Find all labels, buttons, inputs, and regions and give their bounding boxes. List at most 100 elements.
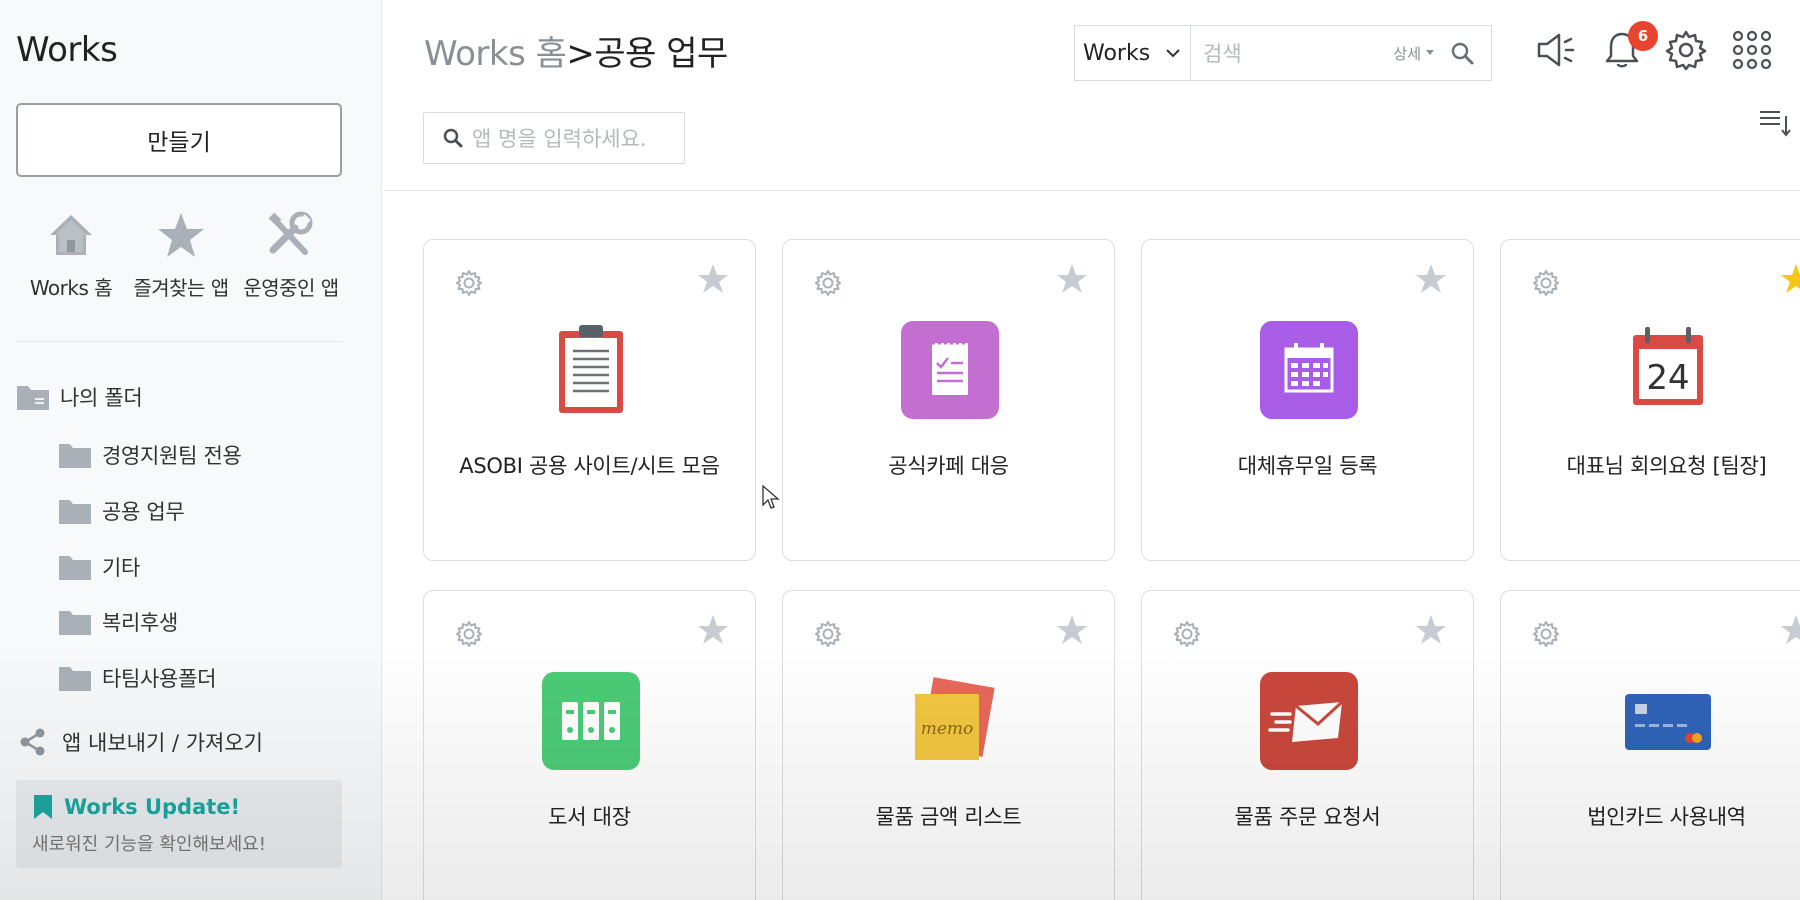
calendar-day-text: 24 — [1646, 358, 1689, 398]
app-name: 물품 금액 리스트 — [875, 805, 1022, 829]
quick-nav-operating[interactable]: 운영중인 앱 — [236, 210, 346, 301]
app-grid-icon[interactable] — [1730, 28, 1774, 72]
app-card[interactable]: 물품 주문 요청서 — [1141, 590, 1474, 900]
app-name: 도서 대장 — [548, 805, 631, 829]
gear-icon[interactable] — [813, 268, 843, 298]
app-card[interactable]: 도서 대장 — [423, 590, 756, 900]
folder-shared-work[interactable]: 공용 업무 — [58, 496, 185, 526]
gear-icon[interactable] — [1531, 268, 1561, 298]
folder-label: 나의 폴더 — [60, 386, 143, 410]
folder-icon — [59, 444, 91, 468]
update-title: Works Update! — [64, 795, 241, 819]
home-icon — [50, 215, 92, 255]
app-name: 공식카페 대응 — [888, 454, 1009, 478]
chevron-down-icon — [1166, 49, 1180, 58]
app-card[interactable]: ASOBI 공용 사이트/시트 모음 — [423, 239, 756, 561]
quick-nav-label: 즐겨찾는 앱 — [133, 276, 229, 300]
folder-my[interactable]: 나의 폴더 — [16, 382, 143, 412]
search-detail-label: 상세 — [1393, 44, 1421, 63]
search-icon[interactable] — [1449, 40, 1475, 66]
breadcrumb: Works 홈>공용 업무 — [424, 26, 728, 75]
gear-icon[interactable] — [454, 619, 484, 649]
mouse-cursor-icon — [762, 485, 780, 509]
gear-icon[interactable] — [1531, 619, 1561, 649]
binders-icon — [542, 672, 640, 770]
search-icon — [443, 128, 463, 148]
folder-label: 경영지원팀 전용 — [102, 444, 242, 468]
folder-label: 타팀사용폴더 — [102, 667, 217, 691]
page-title: 공용 업무 — [594, 34, 728, 74]
clipboard-icon — [559, 325, 623, 413]
app-name: 법인카드 사용내역 — [1587, 805, 1746, 829]
global-search: Works 검색 상세 — [1074, 25, 1492, 81]
app-card[interactable]: 대체휴무일 등록 — [1141, 239, 1474, 561]
app-card[interactable]: 24 대표님 회의요청 [팀장] — [1500, 239, 1800, 561]
bookmark-icon — [34, 795, 52, 819]
calendar-grid-icon — [1260, 321, 1358, 419]
create-button[interactable]: 만들기 — [16, 103, 342, 177]
folder-etc[interactable]: 기타 — [58, 552, 140, 582]
caret-down-icon — [1426, 50, 1434, 55]
star-icon — [158, 213, 204, 257]
star-icon[interactable] — [1779, 613, 1800, 647]
star-icon[interactable] — [696, 262, 730, 296]
breadcrumb-home[interactable]: Works 홈 — [424, 34, 567, 74]
folder-icon — [59, 556, 91, 580]
gear-icon[interactable] — [1172, 619, 1202, 649]
folder-welfare[interactable]: 복리후생 — [58, 607, 178, 637]
app-card[interactable]: 공식카페 대응 — [782, 239, 1115, 561]
divider — [16, 341, 342, 342]
sort-icon[interactable] — [1758, 106, 1792, 138]
content-divider — [383, 190, 1800, 191]
quick-nav-label: Works 홈 — [29, 276, 113, 300]
folder-label: 공용 업무 — [102, 500, 185, 524]
quick-nav-label: 운영중인 앱 — [243, 276, 339, 300]
folder-icon — [59, 611, 91, 635]
app-name: 대표님 회의요청 [팀장] — [1566, 454, 1767, 478]
app-card[interactable]: 법인카드 사용내역 — [1500, 590, 1800, 900]
folder-icon — [17, 386, 49, 410]
megaphone-icon[interactable] — [1533, 28, 1577, 72]
star-icon[interactable] — [1055, 262, 1089, 296]
gear-icon[interactable] — [454, 268, 484, 298]
app-name: ASOBI 공용 사이트/시트 모음 — [459, 454, 720, 478]
app-card[interactable]: memo 물품 금액 리스트 — [782, 590, 1115, 900]
update-title-row: Works Update! — [32, 794, 326, 820]
share-icon — [20, 728, 45, 756]
checklist-icon — [901, 321, 999, 419]
app-search-placeholder: 앱 명을 입력하세요. — [472, 127, 647, 151]
quick-nav-favorites[interactable]: 즐겨찾는 앱 — [126, 210, 236, 301]
folder-icon — [59, 667, 91, 691]
app-title: Works — [16, 30, 118, 70]
notification-badge: 6 — [1628, 21, 1658, 51]
memo-icon: memo — [915, 677, 995, 760]
mail-send-icon — [1260, 672, 1358, 770]
star-icon[interactable] — [696, 613, 730, 647]
breadcrumb-separator: > — [566, 34, 595, 74]
search-detail-button[interactable]: 상세 — [1393, 43, 1435, 64]
star-icon[interactable] — [1779, 262, 1800, 296]
star-icon[interactable] — [1414, 613, 1448, 647]
export-import-link[interactable]: 앱 내보내기 / 가져오기 — [18, 727, 263, 757]
folder-other-team[interactable]: 타팀사용폴더 — [58, 663, 216, 693]
search-scope-select[interactable]: Works — [1075, 26, 1191, 80]
works-update-banner[interactable]: Works Update! 새로워진 기능을 확인해보세요! — [16, 780, 342, 868]
folder-label: 복리후생 — [102, 611, 179, 635]
memo-text: memo — [921, 719, 974, 739]
gear-icon[interactable] — [813, 619, 843, 649]
update-description: 새로워진 기능을 확인해보세요! — [32, 834, 266, 855]
app-name: 물품 주문 요청서 — [1234, 805, 1381, 829]
quick-nav-works-home[interactable]: Works 홈 — [16, 210, 126, 301]
star-icon[interactable] — [1414, 262, 1448, 296]
folder-management-support[interactable]: 경영지원팀 전용 — [58, 440, 242, 470]
star-icon[interactable] — [1055, 613, 1089, 647]
folder-icon — [59, 500, 91, 524]
app-search-input[interactable]: 앱 명을 입력하세요. — [423, 112, 685, 164]
calendar-24-icon: 24 — [1633, 327, 1703, 405]
search-input[interactable]: 검색 — [1191, 26, 1393, 80]
gear-icon[interactable] — [1664, 28, 1708, 72]
folder-label: 기타 — [102, 556, 141, 580]
tools-icon — [268, 211, 313, 255]
quick-nav: Works 홈 즐겨찾는 앱 운영중인 앱 — [16, 210, 346, 301]
credit-card-icon — [1625, 694, 1711, 750]
